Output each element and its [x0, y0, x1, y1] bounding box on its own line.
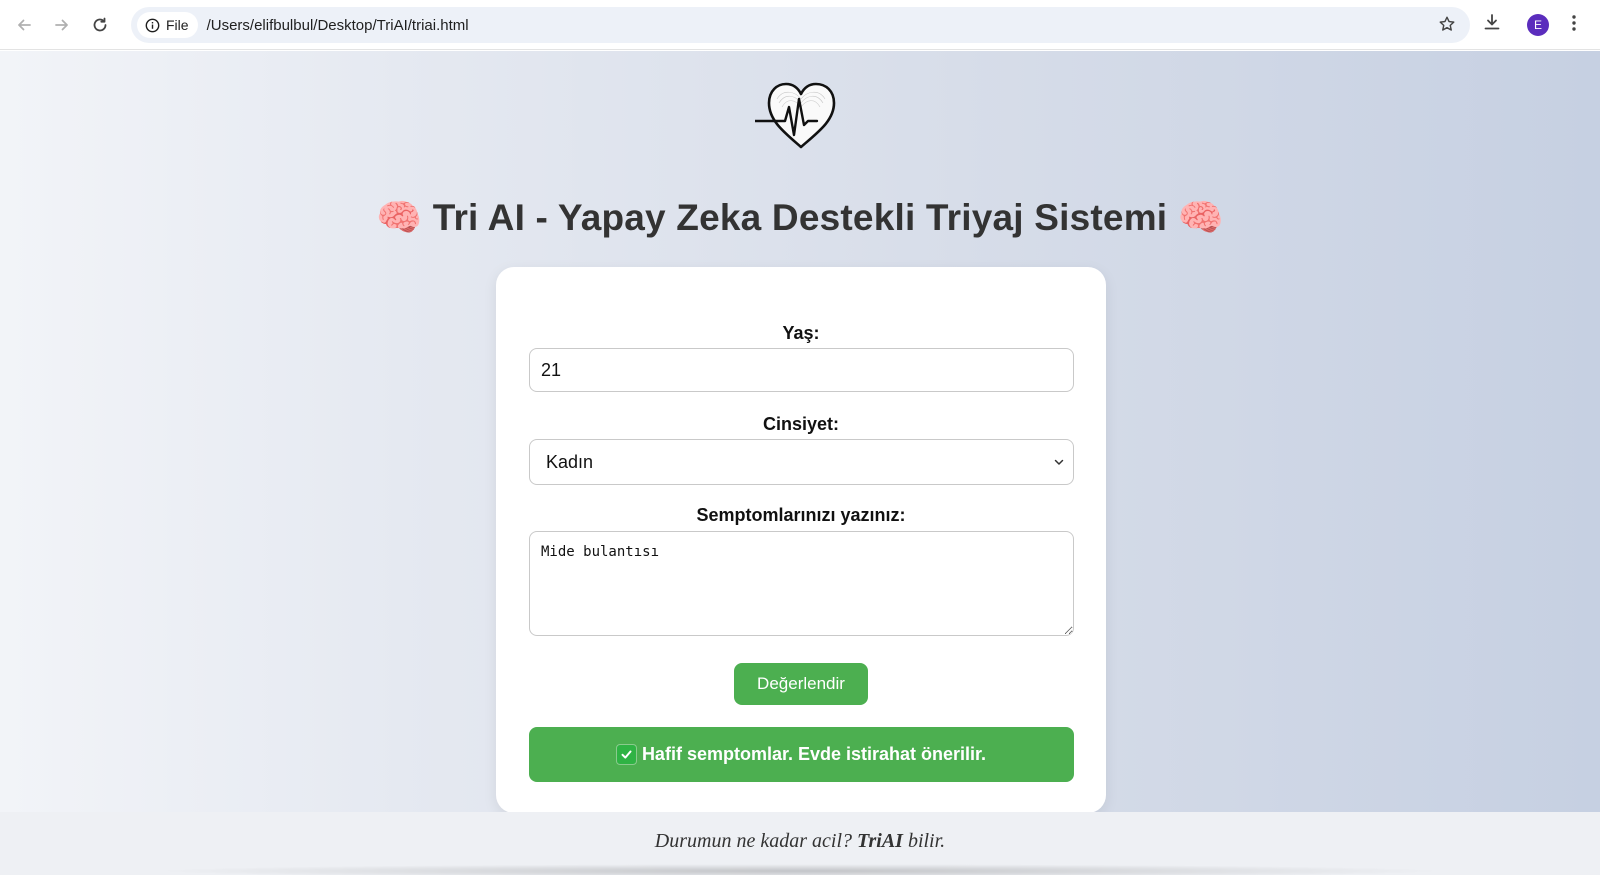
symptoms-textarea[interactable]: Mide bulantısı: [529, 531, 1074, 636]
gender-label: Cinsiyet:: [762, 414, 840, 434]
gender-select[interactable]: Kadın: [529, 439, 1074, 485]
browser-toolbar: File /Users/elifbulbul/Desktop/TriAI/tri…: [0, 0, 1600, 50]
site-info-chip[interactable]: File: [137, 12, 198, 38]
forward-button[interactable]: [43, 6, 81, 44]
result-text: Hafif semptomlar. Evde istirahat önerili…: [641, 744, 987, 764]
brain-icon: 🧠: [1177, 197, 1225, 238]
profile-avatar[interactable]: E: [1527, 14, 1549, 36]
forward-arrow-icon: [55, 19, 68, 30]
download-button[interactable]: [1482, 12, 1502, 37]
star-icon: [1439, 16, 1455, 31]
age-label: Yaş:: [782, 323, 820, 343]
address-bar[interactable]: File /Users/elifbulbul/Desktop/TriAI/tri…: [131, 7, 1470, 43]
heart-pulse-icon: [755, 82, 836, 149]
page-body: 🧠 Tri AI - Yapay Zeka Destekli Triyaj Si…: [0, 51, 1600, 813]
age-input[interactable]: [529, 348, 1074, 392]
footer: Durumun ne kadar acil? TriAI bilir.: [0, 812, 1600, 875]
back-arrow-icon: [18, 19, 31, 30]
page-title-text: Tri AI - Yapay Zeka Destekli Triyaj Sist…: [432, 197, 1168, 238]
gender-select-value: Kadın: [546, 451, 594, 472]
footer-text-before: Durumun ne kadar acil?: [654, 830, 857, 852]
check-mark-icon: [616, 745, 636, 764]
chevron-down-icon: [1054, 459, 1064, 465]
brain-icon: 🧠: [375, 197, 423, 238]
footer-tagline: Durumun ne kadar acil? TriAI bilir.: [0, 830, 1600, 853]
kebab-menu-icon: [1572, 15, 1576, 31]
bookmark-button[interactable]: [1438, 15, 1456, 38]
info-icon: [145, 18, 160, 32]
reload-icon: [93, 17, 107, 31]
evaluate-button[interactable]: Değerlendir: [734, 663, 868, 705]
footer-shadow: [150, 864, 1450, 875]
symptoms-label: Semptomlarınızı yazınız:: [696, 505, 906, 525]
reload-button[interactable]: [81, 6, 119, 44]
footer-text-after: bilir.: [902, 830, 946, 852]
browser-menu-button[interactable]: [1571, 13, 1577, 38]
download-icon: [1484, 14, 1500, 30]
page-title: 🧠 Tri AI - Yapay Zeka Destekli Triyaj Si…: [0, 197, 1600, 240]
result-banner: Hafif semptomlar. Evde istirahat önerili…: [529, 727, 1074, 782]
url-text[interactable]: /Users/elifbulbul/Desktop/TriAI/triai.ht…: [207, 17, 469, 34]
back-button[interactable]: [5, 6, 43, 44]
footer-brand: TriAI: [857, 830, 903, 852]
file-chip-label: File: [166, 17, 189, 33]
triage-form-card: Yaş: Cinsiyet: Kadın Semptomlarınızı yaz…: [496, 267, 1106, 813]
